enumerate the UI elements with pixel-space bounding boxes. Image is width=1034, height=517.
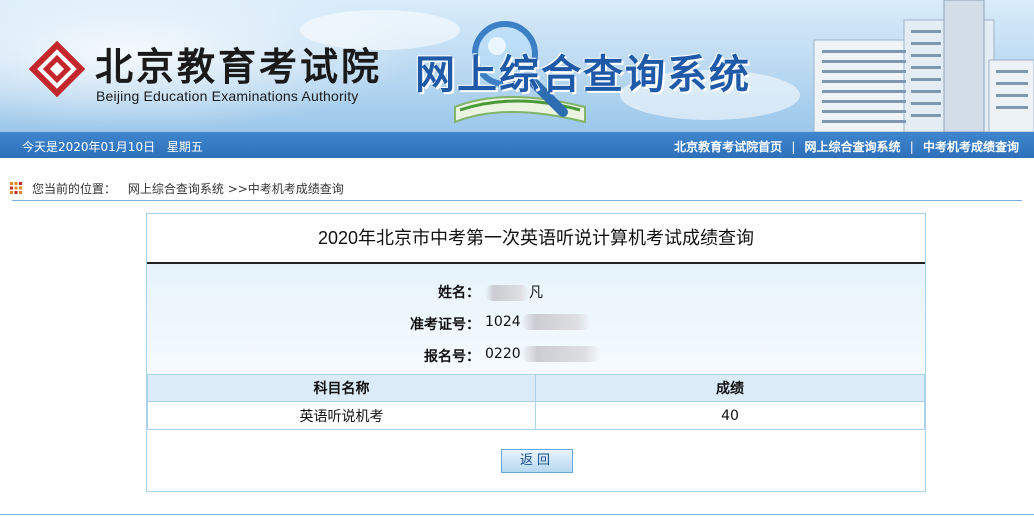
- nav-link-query-system[interactable]: 网上综合查询系统: [805, 140, 901, 154]
- weekday-text: 星期五: [166, 140, 203, 154]
- back-button[interactable]: 返回: [501, 449, 573, 473]
- name-label: 姓名：: [438, 285, 480, 301]
- name-row: 姓名： 凡: [147, 282, 925, 308]
- breadcrumb-prefix: 您当前的位置：: [32, 182, 117, 196]
- org-name-cn: 北京教育考试院: [95, 44, 383, 89]
- score-table-header: 科目名称 成绩: [147, 374, 925, 402]
- candidate-info: 姓名： 凡 准考证号： 1024 报名号： 0220: [147, 264, 925, 374]
- table-row: 英语听说机考 40: [147, 401, 925, 430]
- date-display: 今天是2020年01月10日 星期五: [22, 138, 203, 155]
- nav-separator: |: [909, 140, 914, 154]
- header-banner: 北京教育考试院 Beijing Education Examinations A…: [0, 0, 1034, 132]
- breadcrumb-link-query-system[interactable]: 网上综合查询系统: [128, 182, 224, 196]
- nav-link-home[interactable]: 北京教育考试院首页: [674, 140, 782, 154]
- result-title: 2020年北京市中考第一次英语听说计算机考试成绩查询: [147, 214, 925, 264]
- header-subject: 科目名称: [147, 374, 536, 402]
- exam-no-value: 1024: [485, 314, 591, 330]
- exam-no-value-text: 1024: [485, 314, 521, 330]
- exam-no-row: 准考证号： 1024: [147, 314, 925, 340]
- exam-no-label: 准考证号：: [410, 317, 480, 333]
- nav-separator: |: [791, 140, 796, 154]
- redaction-blur: [520, 346, 601, 362]
- top-nav: 北京教育考试院首页 | 网上综合查询系统 | 中考机考成绩查询: [674, 138, 1019, 155]
- redaction-blur: [485, 285, 529, 301]
- result-panel: 2020年北京市中考第一次英语听说计算机考试成绩查询 姓名： 凡 准考证号： 1…: [146, 213, 926, 492]
- reg-no-value: 0220: [485, 346, 601, 362]
- redaction-blur: [520, 314, 591, 330]
- org-name-en: Beijing Education Examinations Authority: [96, 88, 359, 104]
- system-title: 网上综合查询系统: [415, 53, 751, 97]
- reg-no-row: 报名号： 0220: [147, 346, 925, 372]
- reg-no-label: 报名号：: [424, 349, 480, 365]
- reg-no-value-text: 0220: [485, 346, 521, 362]
- header-score: 成绩: [535, 374, 925, 402]
- cell-score: 40: [535, 401, 925, 430]
- breadcrumb-text: 您当前的位置： 网上综合查询系统 >>中考机考成绩查询: [32, 180, 344, 197]
- breadcrumb-current: >>中考机考成绩查询: [227, 182, 344, 196]
- name-value-text: 凡: [529, 285, 543, 301]
- org-logo-icon: [28, 40, 86, 98]
- cell-subject: 英语听说机考: [147, 401, 536, 430]
- footer-divider: [0, 514, 1034, 515]
- building-image: [813, 0, 1034, 132]
- name-value: 凡: [485, 282, 543, 302]
- breadcrumb-divider: [12, 200, 1022, 201]
- date-text: 今天是2020年01月10日: [22, 140, 156, 154]
- score-table: 科目名称 成绩 英语听说机考 40: [147, 374, 925, 430]
- nav-link-score-query[interactable]: 中考机考成绩查询: [923, 140, 1019, 154]
- breadcrumb: 您当前的位置： 网上综合查询系统 >>中考机考成绩查询: [0, 158, 1034, 204]
- top-nav-strip: 今天是2020年01月10日 星期五 北京教育考试院首页 | 网上综合查询系统 …: [0, 132, 1034, 158]
- breadcrumb-grid-icon: [10, 182, 22, 194]
